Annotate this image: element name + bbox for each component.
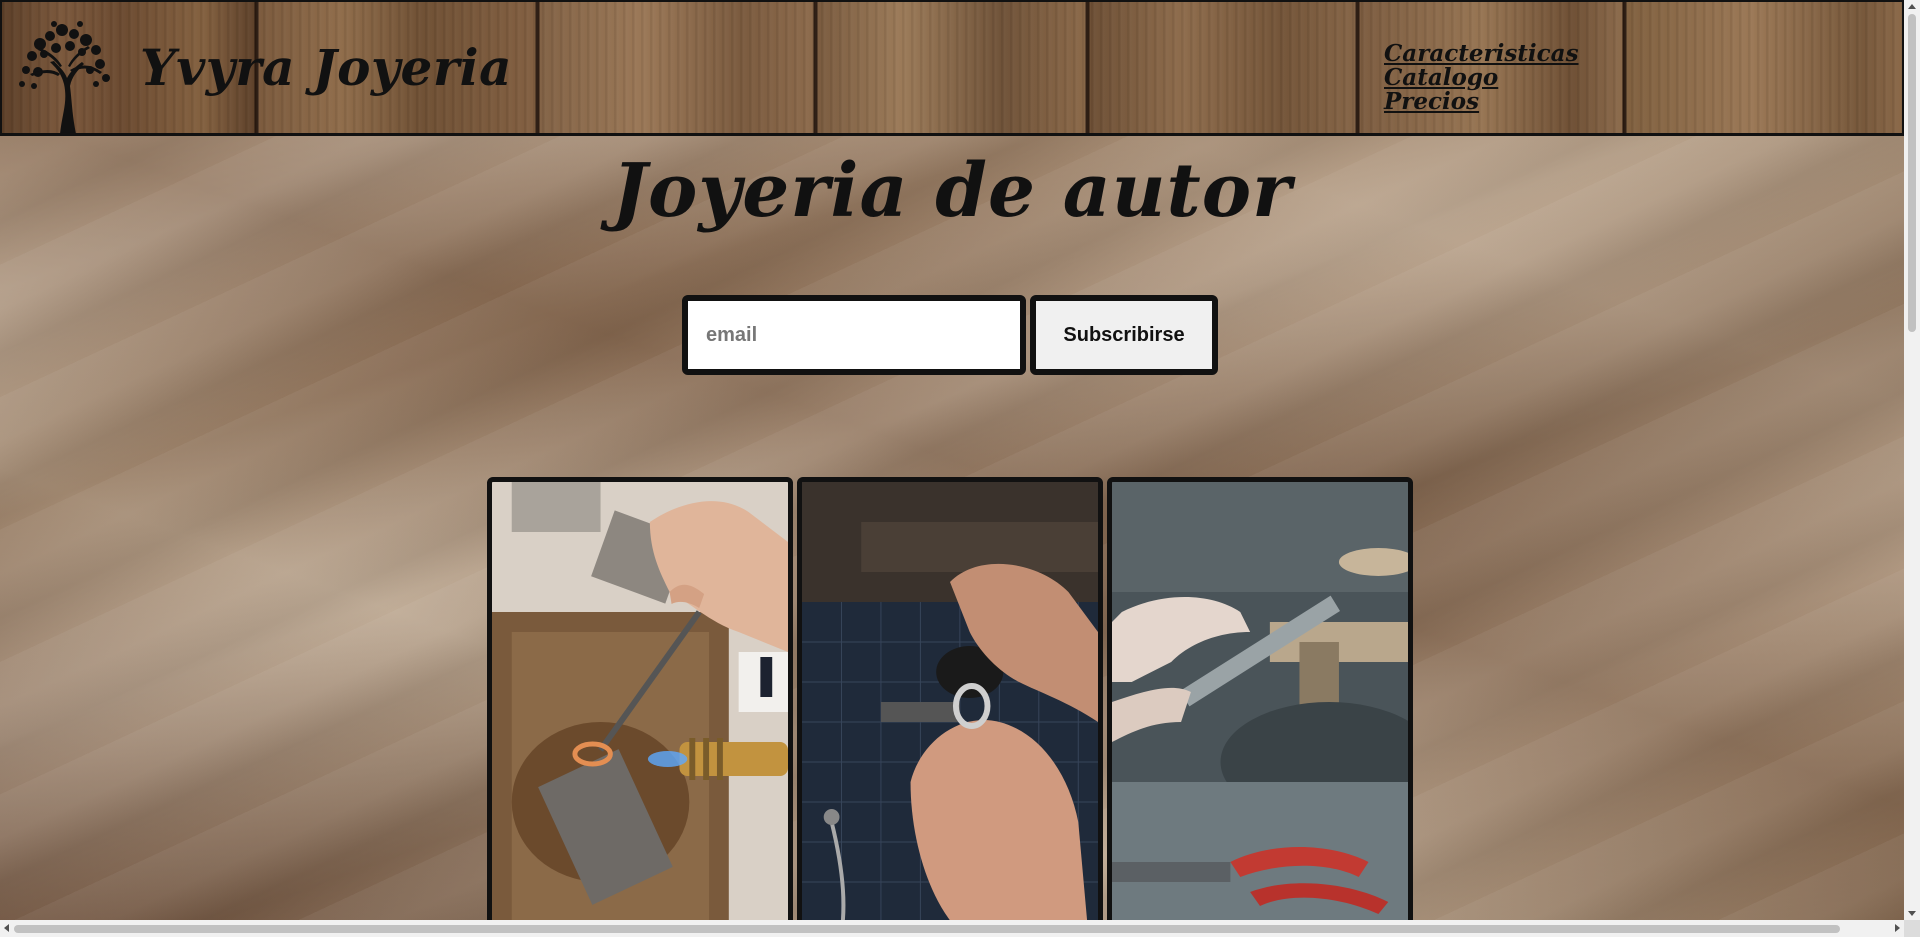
gallery-image-filing [1107, 477, 1413, 937]
gallery [487, 477, 1413, 937]
email-field[interactable] [682, 295, 1026, 375]
subscribe-button[interactable]: Subscribirse [1030, 295, 1218, 375]
scroll-down-icon[interactable] [1908, 911, 1916, 916]
vertical-scroll-thumb[interactable] [1908, 14, 1916, 332]
nav-link-caracteristicas[interactable]: Caracteristicas [1384, 42, 1579, 66]
scrollbar-corner [1904, 920, 1920, 937]
scroll-up-icon[interactable] [1908, 4, 1916, 9]
brand-title: Yvyra Joyeria [140, 38, 513, 97]
scroll-left-icon[interactable] [4, 924, 9, 932]
horizontal-scrollbar[interactable] [0, 920, 1904, 937]
horizontal-scroll-thumb[interactable] [14, 925, 1840, 933]
vertical-scrollbar[interactable] [1904, 0, 1920, 920]
scroll-right-icon[interactable] [1895, 924, 1900, 932]
gallery-image-polishing [797, 477, 1103, 937]
tree-logo-icon [10, 14, 120, 134]
nav-link-precios[interactable]: Precios [1384, 90, 1579, 114]
main-nav: Caracteristicas Catalogo Precios [1384, 42, 1579, 114]
nav-link-catalogo[interactable]: Catalogo [1384, 66, 1579, 90]
subscribe-form: Subscribirse [682, 295, 1218, 375]
site-header: Yvyra Joyeria Caracteristicas Catalogo P… [0, 0, 1904, 136]
hero-title: Joyeria de autor [611, 148, 1293, 234]
gallery-image-soldering [487, 477, 793, 937]
